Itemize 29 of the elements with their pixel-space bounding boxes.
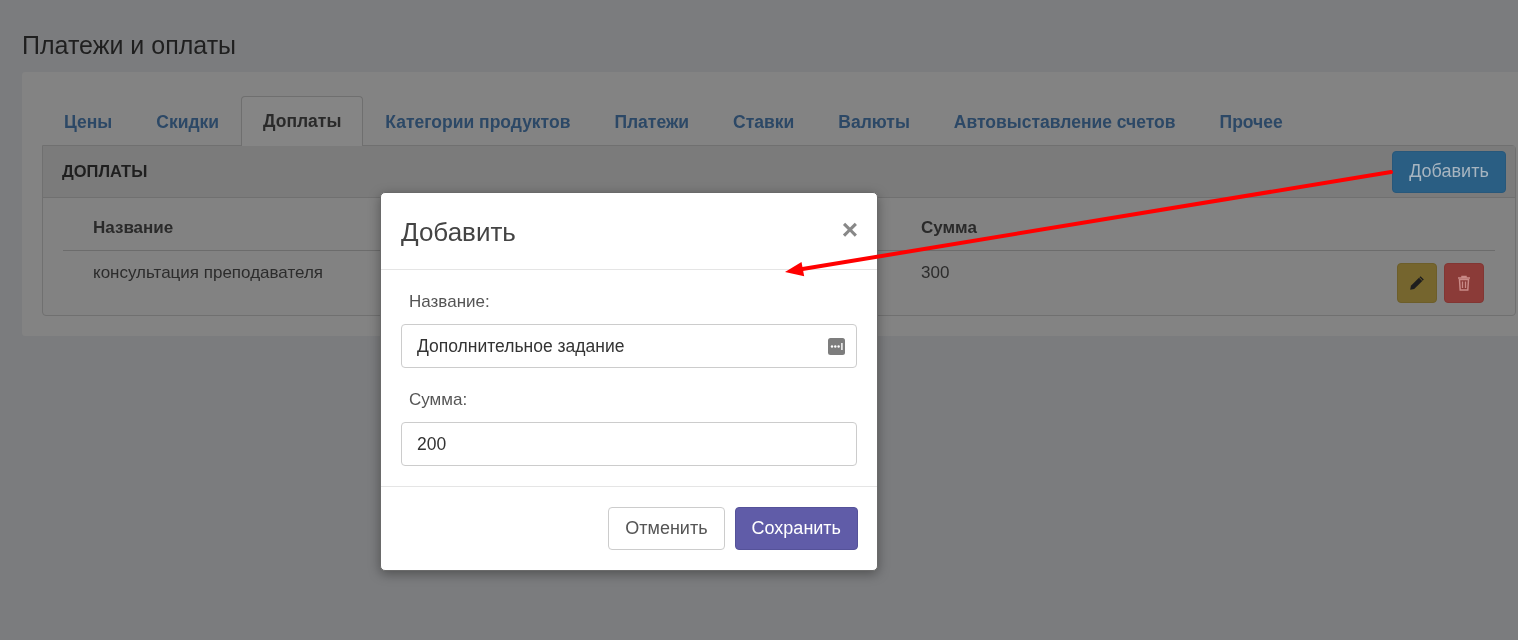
tab[interactable]: Ставки <box>711 97 817 146</box>
add-button[interactable]: Добавить <box>1392 150 1506 193</box>
save-button[interactable]: Сохранить <box>734 507 858 550</box>
delete-button[interactable] <box>1444 263 1484 303</box>
trash-icon <box>1457 275 1471 291</box>
table-cell: консультация преподавателя <box>93 263 324 282</box>
input-field[interactable]: Дополнительное задание <box>401 324 857 368</box>
tab[interactable]: Валюты <box>816 97 932 146</box>
edit-button[interactable] <box>1397 263 1437 303</box>
tab[interactable]: Категории продуктов <box>363 97 593 146</box>
close-button[interactable]: × <box>841 216 858 248</box>
tab[interactable]: Платежи <box>592 97 712 146</box>
table-cell: 300 <box>921 263 950 282</box>
column-header: Сумма <box>921 218 977 238</box>
field-label: Название: <box>408 291 490 313</box>
tab[interactable]: Цены <box>42 97 135 146</box>
tab[interactable]: Скидки <box>134 97 242 146</box>
column-header: Название <box>93 218 174 238</box>
pencil-icon <box>1409 275 1425 291</box>
tab[interactable]: Доплаты <box>241 96 364 146</box>
field-label: Сумма: <box>408 389 468 411</box>
dots-tile-icon <box>828 337 845 355</box>
input-field[interactable]: 200 <box>401 422 857 466</box>
page-title: Платежи и оплаты <box>22 30 238 61</box>
modal-title: Добавить <box>401 216 516 248</box>
panel-title: ДОПЛАТЫ <box>62 162 148 181</box>
cancel-button[interactable]: Отменить <box>608 507 725 550</box>
tab[interactable]: Прочее <box>1197 97 1305 146</box>
tab[interactable]: Автовыставление счетов <box>931 97 1198 146</box>
